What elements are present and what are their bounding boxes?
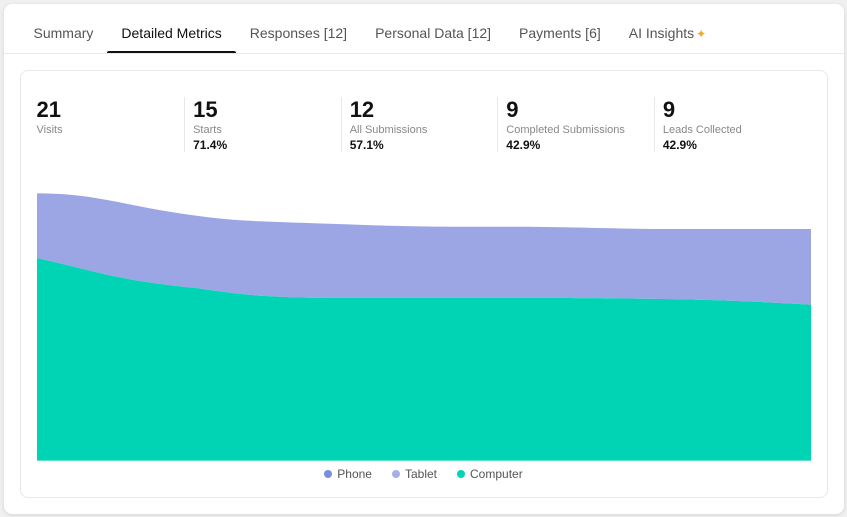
metric-number-0: 21	[37, 97, 177, 123]
nav-tab-ai-insights[interactable]: AI Insights✦	[615, 25, 720, 53]
app-container: SummaryDetailed MetricsResponses [12]Per…	[4, 4, 844, 514]
metric-number-4: 9	[663, 97, 803, 123]
nav-tab-personal-data-12[interactable]: Personal Data [12]	[361, 25, 505, 53]
metric-number-1: 15	[193, 97, 333, 123]
metric-label-2: All Submissions	[350, 124, 490, 136]
metric-col-4: 9Leads Collected 42.9%	[655, 97, 811, 152]
content-area: 21Visits 15Starts 71.4% 12All Submissions 57…	[4, 54, 844, 514]
legend-item-computer: Computer	[457, 467, 523, 481]
metric-label-0: Visits	[37, 124, 177, 136]
funnel-chart	[37, 160, 811, 461]
metric-label-3: Completed Submissions	[506, 124, 646, 136]
legend-label-computer: Computer	[470, 467, 523, 481]
legend-dot-computer	[457, 470, 465, 478]
legend-label-phone: Phone	[337, 467, 372, 481]
nav-tab-summary[interactable]: Summary	[20, 25, 108, 53]
metric-col-2: 12All Submissions 57.1%	[342, 97, 499, 152]
legend-dot-phone	[324, 470, 332, 478]
metric-number-2: 12	[350, 97, 490, 123]
metric-label-1: Starts	[193, 124, 333, 136]
nav-bar: SummaryDetailed MetricsResponses [12]Per…	[4, 4, 844, 54]
metric-number-3: 9	[506, 97, 646, 123]
legend-dot-tablet	[392, 470, 400, 478]
metric-pct-3: 42.9%	[506, 138, 646, 152]
metrics-row: 21Visits 15Starts 71.4% 12All Submissions 57…	[37, 97, 811, 152]
legend-item-phone: Phone	[324, 467, 372, 481]
legend-item-tablet: Tablet	[392, 467, 437, 481]
chart-container	[37, 160, 811, 461]
metric-col-1: 15Starts 71.4%	[185, 97, 342, 152]
nav-tab-payments-6[interactable]: Payments [6]	[505, 25, 615, 53]
metric-pct-4: 42.9%	[663, 138, 803, 152]
metric-col-3: 9Completed Submissions 42.9%	[498, 97, 655, 152]
metric-pct-1: 71.4%	[193, 138, 333, 152]
metric-col-0: 21Visits	[37, 97, 186, 152]
nav-tab-detailed-metrics[interactable]: Detailed Metrics	[107, 25, 235, 53]
nav-tab-responses-12[interactable]: Responses [12]	[236, 25, 361, 53]
chart-legend: Phone Tablet Computer	[37, 461, 811, 481]
metric-pct-2: 57.1%	[350, 138, 490, 152]
metric-label-4: Leads Collected	[663, 124, 803, 136]
conversion-funnel-card: 21Visits 15Starts 71.4% 12All Submissions 57…	[20, 70, 828, 498]
legend-label-tablet: Tablet	[405, 467, 437, 481]
